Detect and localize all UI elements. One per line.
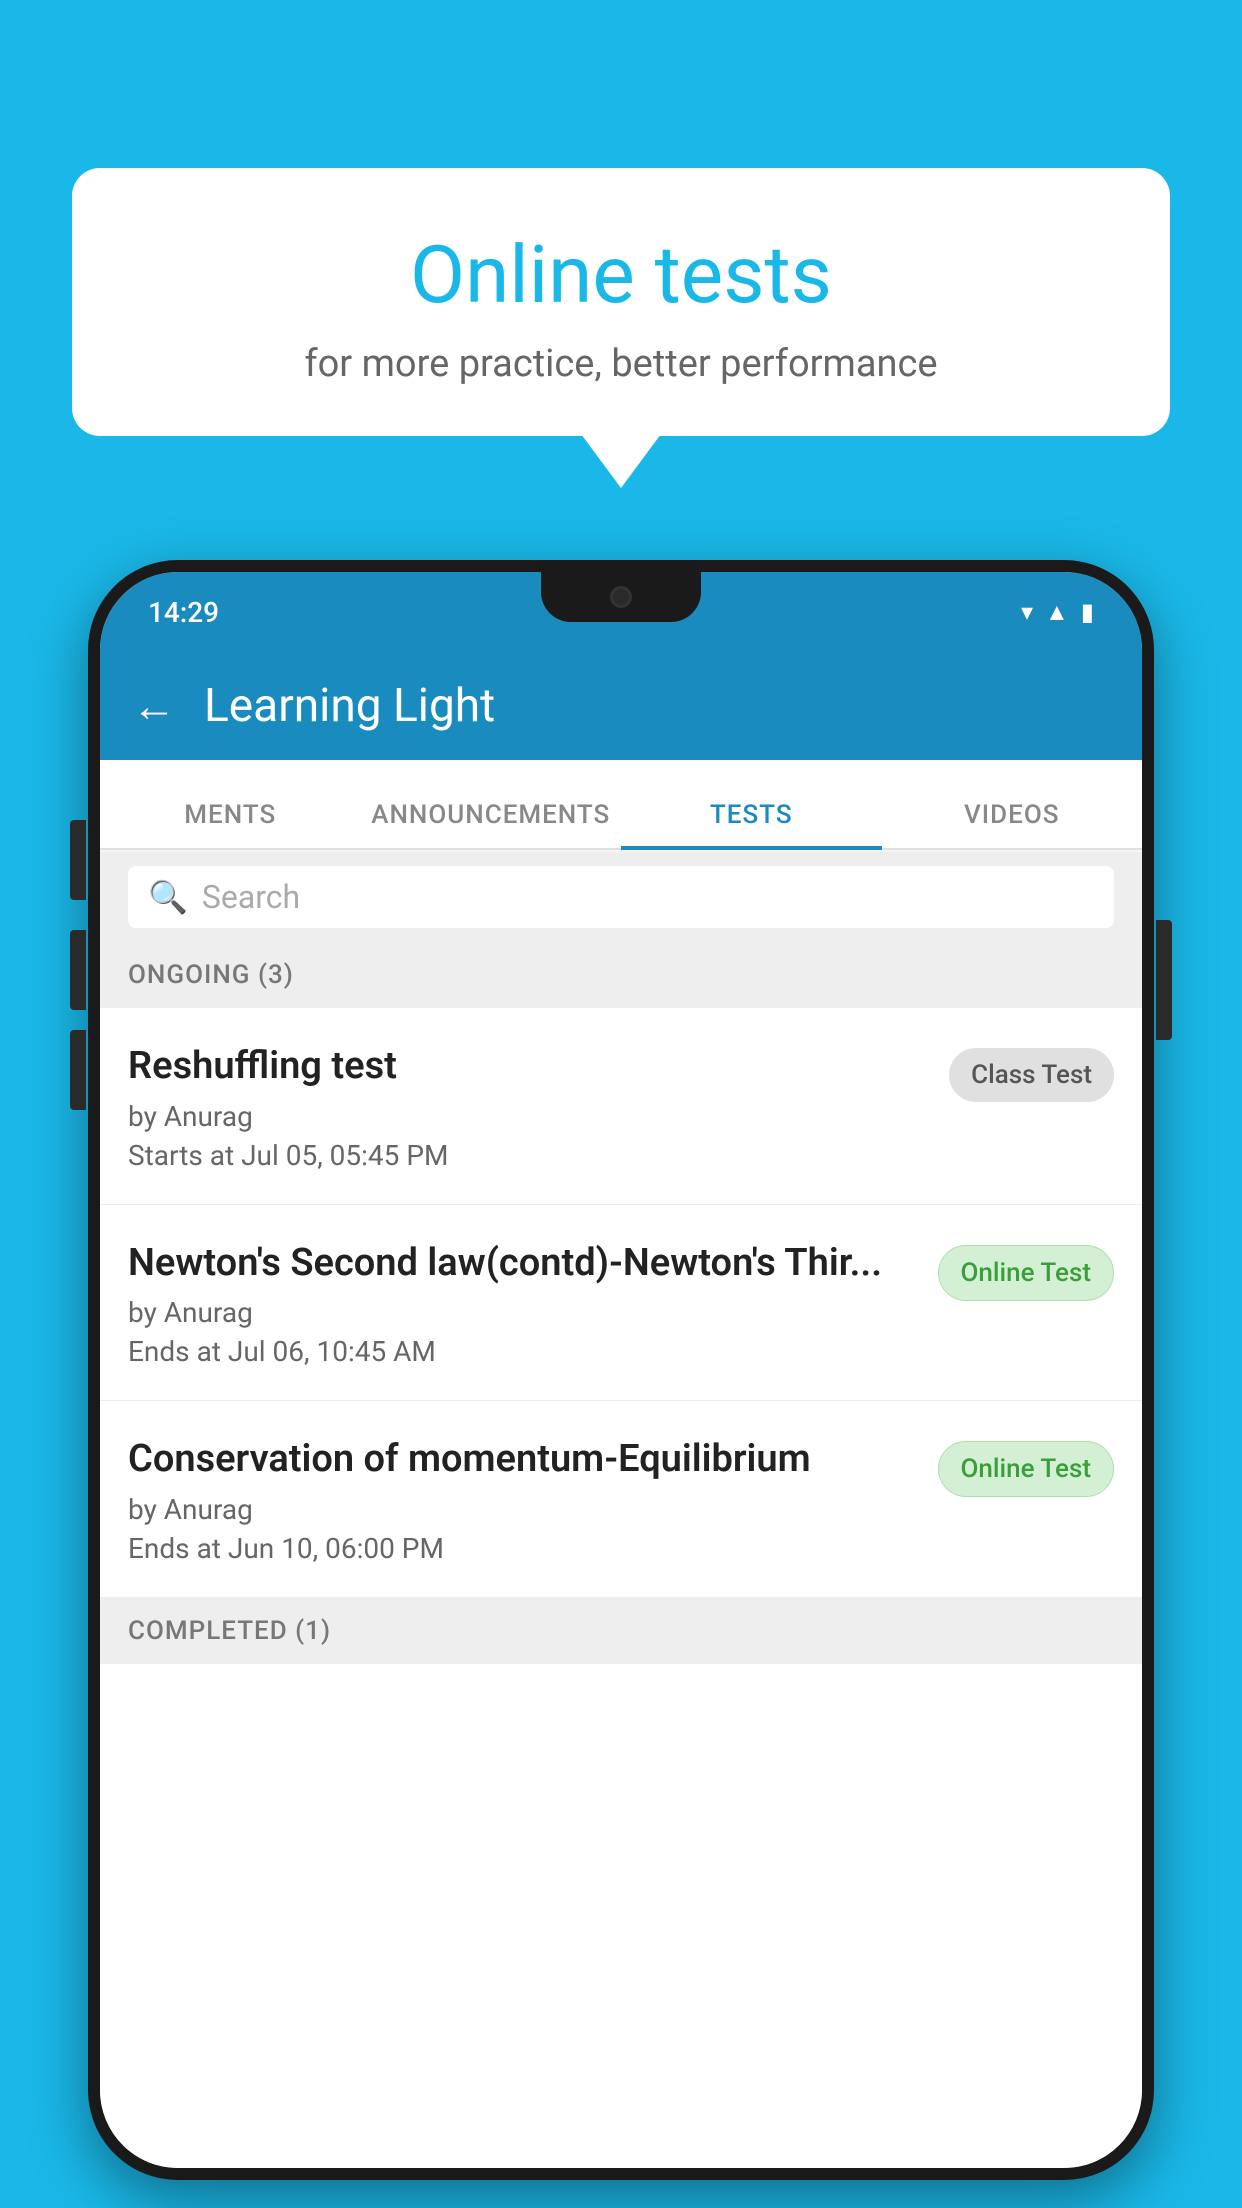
test-item-1[interactable]: Reshuffling test by Anurag Starts at Jul… xyxy=(100,1008,1142,1205)
test-item-3-date: Ends at Jun 10, 06:00 PM xyxy=(128,1532,914,1565)
test-item-1-badge: Class Test xyxy=(949,1048,1114,1102)
test-item-3-badge: Online Test xyxy=(938,1441,1115,1497)
test-item-3-author: by Anurag xyxy=(128,1493,914,1526)
tabs-container: MENTS ANNOUNCEMENTS TESTS VIDEOS xyxy=(100,760,1142,850)
wifi-icon: ▾ xyxy=(1021,598,1033,626)
test-item-1-author: by Anurag xyxy=(128,1100,925,1133)
status-icons: ▾ ▲ ▮ xyxy=(1021,598,1094,627)
test-item-2-name: Newton's Second law(contd)-Newton's Thir… xyxy=(128,1241,914,1287)
search-placeholder: Search xyxy=(202,878,300,916)
app-bar-title: Learning Light xyxy=(204,679,495,733)
ongoing-section-header: ONGOING (3) xyxy=(100,942,1142,1008)
test-item-3-name: Conservation of momentum-Equilibrium xyxy=(128,1437,914,1483)
test-item-1-date: Starts at Jul 05, 05:45 PM xyxy=(128,1139,925,1172)
search-bar: 🔍 Search xyxy=(100,852,1142,942)
tab-ments[interactable]: MENTS xyxy=(100,800,361,848)
tab-videos[interactable]: VIDEOS xyxy=(882,800,1143,848)
phone-btn-vol-down xyxy=(70,930,86,1010)
notch xyxy=(541,572,701,622)
phone-btn-vol-down2 xyxy=(70,1030,86,1110)
test-item-2-badge: Online Test xyxy=(938,1245,1115,1301)
test-item-1-content: Reshuffling test by Anurag Starts at Jul… xyxy=(128,1044,949,1172)
phone-btn-vol-up xyxy=(70,820,86,900)
phone-container: 14:29 ▾ ▲ ▮ ← Learning Light MENTS ANNOU… xyxy=(88,560,1154,2208)
status-bar: 14:29 ▾ ▲ ▮ xyxy=(100,572,1142,652)
tab-announcements[interactable]: ANNOUNCEMENTS xyxy=(361,800,622,848)
test-item-2-author: by Anurag xyxy=(128,1296,914,1329)
bubble-subtitle: for more practice, better performance xyxy=(112,342,1130,386)
test-list: Reshuffling test by Anurag Starts at Jul… xyxy=(100,1008,1142,2168)
status-time: 14:29 xyxy=(148,596,219,629)
completed-title: COMPLETED (1) xyxy=(128,1616,331,1646)
test-item-2-content: Newton's Second law(contd)-Newton's Thir… xyxy=(128,1241,938,1369)
test-item-3[interactable]: Conservation of momentum-Equilibrium by … xyxy=(100,1401,1142,1598)
ongoing-title: ONGOING (3) xyxy=(128,960,294,990)
signal-icon: ▲ xyxy=(1045,598,1069,627)
phone-screen: 14:29 ▾ ▲ ▮ ← Learning Light MENTS ANNOU… xyxy=(100,572,1142,2168)
test-item-2-date: Ends at Jul 06, 10:45 AM xyxy=(128,1335,914,1368)
camera xyxy=(610,586,632,608)
test-item-3-content: Conservation of momentum-Equilibrium by … xyxy=(128,1437,938,1565)
back-button[interactable]: ← xyxy=(132,680,176,732)
completed-section-header: COMPLETED (1) xyxy=(100,1598,1142,1664)
search-input-area[interactable]: 🔍 Search xyxy=(128,866,1114,928)
phone-frame: 14:29 ▾ ▲ ▮ ← Learning Light MENTS ANNOU… xyxy=(88,560,1154,2180)
phone-btn-power xyxy=(1156,920,1172,1040)
speech-bubble: Online tests for more practice, better p… xyxy=(72,168,1170,436)
battery-icon: ▮ xyxy=(1081,598,1094,626)
test-item-2[interactable]: Newton's Second law(contd)-Newton's Thir… xyxy=(100,1205,1142,1402)
search-icon: 🔍 xyxy=(148,878,188,916)
test-item-1-name: Reshuffling test xyxy=(128,1044,925,1090)
tab-tests[interactable]: TESTS xyxy=(621,800,882,848)
app-bar: ← Learning Light xyxy=(100,652,1142,760)
bubble-title: Online tests xyxy=(112,228,1130,322)
